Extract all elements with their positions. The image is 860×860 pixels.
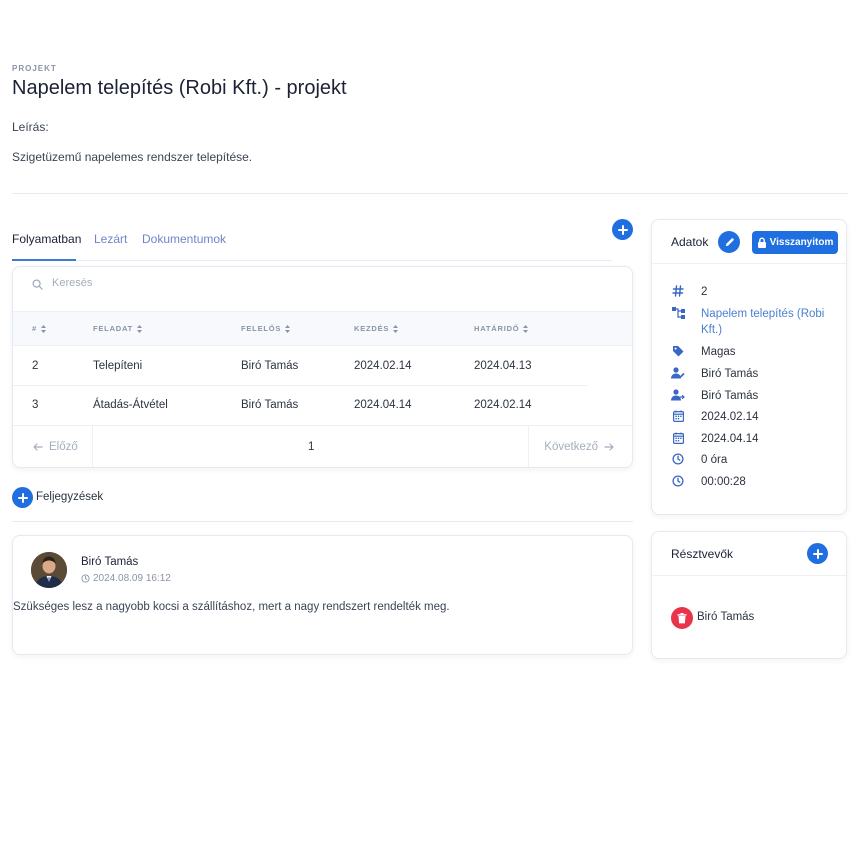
- data-field-elapsed: 00:00:28: [671, 474, 746, 490]
- cell-id: 3: [32, 399, 39, 411]
- data-field-id: 2: [671, 284, 707, 300]
- clock-icon: [81, 574, 90, 583]
- divider: [528, 426, 529, 467]
- cell-owner: Biró Tamás: [241, 360, 299, 372]
- hash-icon: [671, 284, 685, 298]
- notes-label: Feljegyzések: [36, 491, 104, 503]
- project-link[interactable]: Napelem telepítés (Robi Kft.): [701, 306, 831, 338]
- active-tab-indicator: [12, 259, 76, 261]
- column-header-id[interactable]: #: [32, 324, 46, 333]
- add-task-button[interactable]: [612, 219, 633, 240]
- cell-start: 2024.02.14: [354, 360, 412, 372]
- description-text: Szigetüzemű napelemes rendszer telepítés…: [12, 150, 253, 164]
- column-header-owner[interactable]: FELELŐS: [241, 324, 291, 333]
- sort-icon: [285, 324, 291, 333]
- cell-deadline: 2024.02.14: [474, 399, 532, 411]
- calendar-icon: [671, 431, 685, 445]
- plus-icon: [617, 224, 628, 235]
- tab-closed[interactable]: Lezárt: [94, 232, 127, 246]
- edit-button[interactable]: [718, 231, 740, 253]
- arrow-right-icon: [604, 443, 614, 451]
- participants-header: Résztvevők: [652, 532, 846, 576]
- data-card-title: Adatok: [671, 235, 709, 249]
- participants-title: Résztvevők: [671, 547, 734, 561]
- data-field-start-date: 2024.02.14: [671, 409, 759, 425]
- plus-icon: [812, 548, 823, 559]
- participant-name: Biró Tamás: [697, 611, 755, 623]
- tab-bar: Folyamatban Lezárt Dokumentumok: [12, 222, 612, 261]
- calendar-icon: [671, 409, 685, 423]
- add-participant-button[interactable]: [807, 543, 828, 564]
- note-text: Szükséges lesz a nagyobb kocsi a szállít…: [13, 601, 450, 613]
- cell-start: 2024.04.14: [354, 399, 412, 411]
- clock-icon: [671, 452, 685, 466]
- pencil-icon: [725, 237, 734, 246]
- cell-deadline: 2024.04.13: [474, 360, 532, 372]
- data-card-header: Adatok Visszanyitom: [652, 220, 846, 264]
- table-header: # FELADAT FELELŐS KEZDÉS HATÁRIDŐ: [13, 312, 632, 346]
- next-page-button[interactable]: Következő: [544, 441, 614, 453]
- data-field-owner: Biró Tamás: [671, 366, 758, 382]
- search-bar[interactable]: Keresés: [13, 267, 632, 312]
- tab-documents[interactable]: Dokumentumok: [142, 232, 226, 246]
- active-page-indicator: [298, 467, 322, 468]
- column-header-deadline[interactable]: HATÁRIDŐ: [474, 324, 529, 333]
- page-pretitle: PROJEKT: [12, 64, 57, 73]
- divider: [92, 426, 93, 467]
- project-tree-icon: [671, 306, 685, 320]
- arrow-left-icon: [33, 443, 43, 451]
- tag-icon: [671, 344, 685, 358]
- search-input[interactable]: Keresés: [52, 277, 92, 289]
- data-field-hours: 0 óra: [671, 452, 727, 468]
- tab-in-progress[interactable]: Folyamatban: [12, 232, 81, 246]
- note-author: Biró Tamás: [81, 556, 139, 568]
- sort-icon: [137, 324, 143, 333]
- participants-card: Résztvevők Biró Tamás: [651, 531, 847, 659]
- cell-id: 2: [32, 360, 39, 372]
- page-title: Napelem telepítés (Robi Kft.) - projekt: [12, 77, 347, 99]
- avatar: [31, 552, 67, 588]
- sort-icon: [40, 324, 46, 333]
- cell-task: Telepíteni: [93, 360, 143, 372]
- user-arrow-icon: [671, 388, 685, 402]
- prev-page-button[interactable]: Előző: [33, 441, 78, 453]
- data-field-priority: Magas: [671, 344, 736, 360]
- user-edit-icon: [671, 366, 685, 380]
- description-label: Leírás:: [12, 120, 49, 134]
- remove-participant-button[interactable]: [671, 607, 693, 629]
- plus-icon: [17, 492, 28, 503]
- reopen-button[interactable]: Visszanyitom: [752, 231, 838, 254]
- cell-task: Átadás-Átvétel: [93, 399, 168, 411]
- divider: [12, 521, 633, 522]
- table-row[interactable]: 3 Átadás-Átvétel Biró Tamás 2024.04.14 2…: [13, 386, 588, 425]
- table-row[interactable]: 2 Telepíteni Biró Tamás 2024.02.14 2024.…: [13, 347, 588, 386]
- sort-icon: [523, 324, 529, 333]
- divider: [12, 193, 848, 194]
- page-number[interactable]: 1: [308, 441, 314, 453]
- data-field-project[interactable]: Napelem telepítés (Robi Kft.): [671, 306, 831, 338]
- column-header-start[interactable]: KEZDÉS: [354, 324, 399, 333]
- note-timestamp: 2024.08.09 16:12: [81, 573, 171, 584]
- cell-owner: Biró Tamás: [241, 399, 299, 411]
- data-field-assignee: Biró Tamás: [671, 388, 758, 404]
- pagination: Előző 1 Következő: [13, 425, 632, 468]
- clock-icon: [671, 474, 685, 488]
- data-field-deadline: 2024.04.14: [671, 431, 759, 447]
- search-icon: [32, 279, 43, 290]
- trash-icon: [677, 612, 687, 623]
- note-card: Biró Tamás 2024.08.09 16:12 Szükséges le…: [12, 535, 633, 655]
- tasks-table: Keresés # FELADAT FELELŐS KEZDÉS HATÁRID…: [12, 266, 633, 468]
- sort-icon: [393, 324, 399, 333]
- lock-icon: [757, 237, 766, 248]
- column-header-task[interactable]: FELADAT: [93, 324, 143, 333]
- data-card: Adatok Visszanyitom 2 Napelem telepítés …: [651, 219, 847, 515]
- add-note-button[interactable]: [12, 487, 33, 508]
